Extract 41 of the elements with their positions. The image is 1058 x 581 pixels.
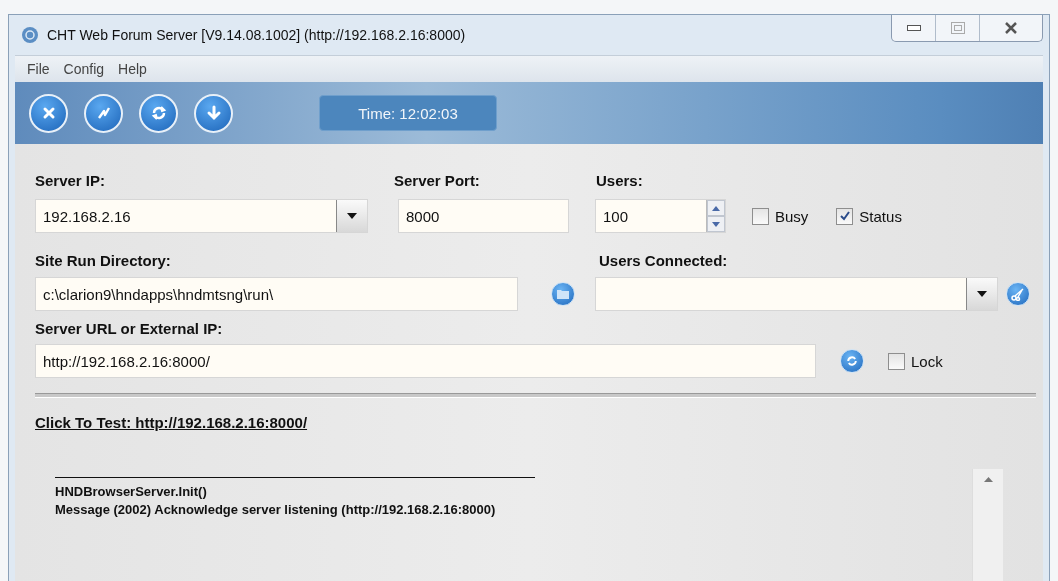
menu-item[interactable]: Config (63, 61, 105, 77)
log-line: HNDBrowserServer.Init() (55, 483, 208, 501)
server-url-field[interactable]: http://192.168.2.16:8000/ (35, 344, 816, 378)
window-title: CHT Web Forum Server [V9.14.08.1002] (http://192.168.2.16:8000) (47, 27, 466, 43)
scissors-button[interactable] (1006, 282, 1030, 306)
scrollbar[interactable] (972, 469, 1003, 581)
time-display: Time: 12:02:03 (319, 95, 497, 131)
field-label: Server IP: (35, 171, 107, 189)
caret-icon (347, 213, 357, 219)
users-spinner[interactable]: 100 (595, 199, 726, 233)
menu-item[interactable]: File (27, 61, 50, 77)
test-link[interactable]: Click To Test: http://192.168.2.16:8000/ (35, 414, 308, 431)
globe-icon (21, 26, 39, 44)
checkbox[interactable]: Lock (888, 352, 943, 370)
refresh-button[interactable] (840, 349, 864, 373)
refresh-icon (845, 354, 859, 368)
folder-icon (557, 289, 569, 299)
check-icon (839, 211, 850, 221)
scissors-icon (1011, 287, 1025, 301)
port-field[interactable]: 8000 (398, 199, 569, 233)
field-label: Site Run Directory: (35, 251, 172, 269)
server-ip-dropdown[interactable]: 192.168.2.16 (35, 199, 368, 233)
folder-button[interactable] (551, 282, 575, 306)
minimize-icon (906, 25, 921, 31)
caret-icon (977, 291, 987, 297)
toolbar-button[interactable] (194, 93, 233, 133)
maximize-icon (950, 22, 965, 34)
field-label: Server Port: (394, 171, 481, 189)
checkbox[interactable]: Status (836, 207, 902, 225)
field-label: Users Connected: (599, 251, 728, 269)
directory-field[interactable]: c:\clarion9\hndapps\hndmtsng\run\ (35, 277, 518, 311)
toolbar-button[interactable] (84, 93, 123, 133)
log-line: Message (2002) Acknowledge server listening (http://192.168.2.16:8000) (55, 501, 497, 519)
field-label: Server URL or External IP: (35, 319, 223, 337)
checkbox[interactable]: Busy (752, 207, 809, 225)
scroll-up-icon (983, 477, 993, 482)
toolbar-button[interactable] (139, 93, 178, 133)
field-label: Users: (596, 171, 643, 189)
close-icon (1004, 22, 1018, 34)
toolbar-button[interactable] (29, 93, 68, 133)
menu-item[interactable]: Help (118, 61, 147, 77)
